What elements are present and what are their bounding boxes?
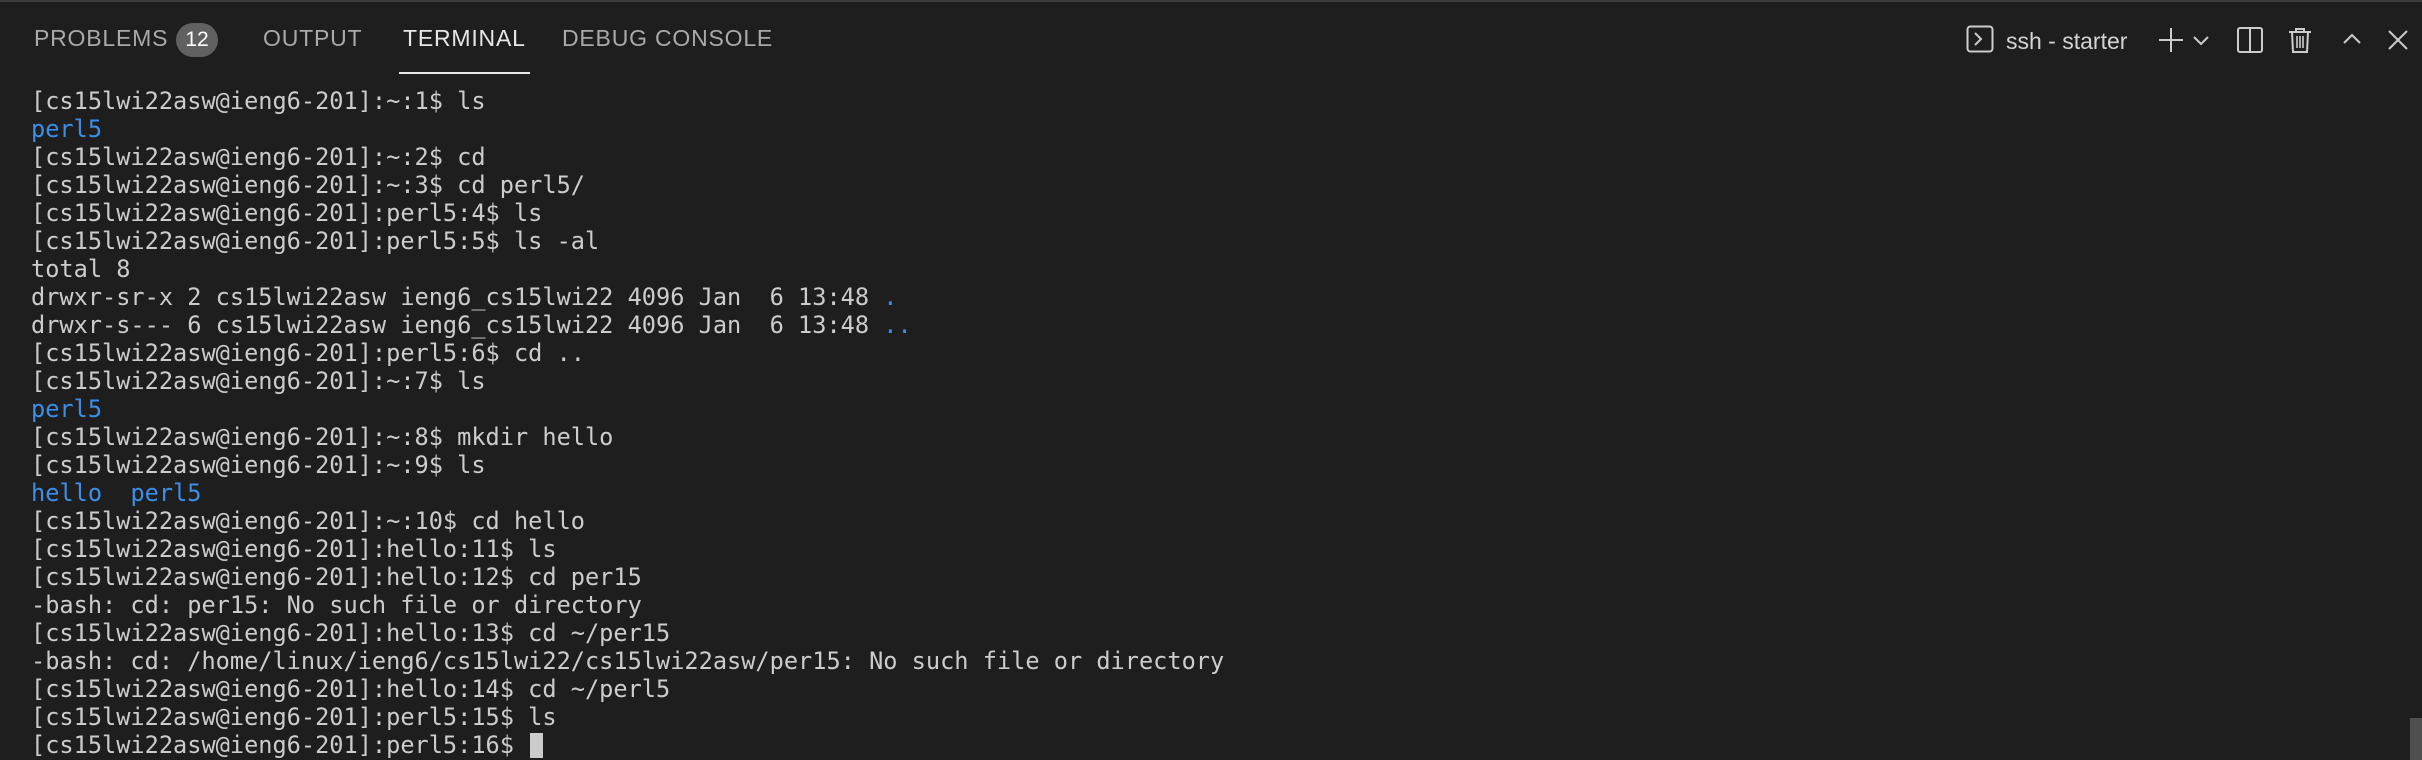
terminal-text: drwxr-s--- 6 cs15lwi22asw ieng6_cs15lwi2… — [31, 311, 884, 339]
terminal-text: [cs15lwi22asw@ieng6-201]:hello:13$ cd ~/… — [31, 619, 671, 647]
terminal-text: [cs15lwi22asw@ieng6-201]:hello:14$ cd ~/… — [31, 675, 671, 703]
trash-icon[interactable] — [2284, 24, 2316, 56]
terminal-line: [cs15lwi22asw@ieng6-201]:hello:14$ cd ~/… — [31, 675, 2402, 703]
terminal-line: -bash: cd: per15: No such file or direct… — [31, 591, 2402, 619]
terminal-line: hello perl5 — [31, 479, 2402, 507]
terminal-text: [cs15lwi22asw@ieng6-201]:~:9$ ls — [31, 451, 486, 479]
terminal-line: perl5 — [31, 115, 2402, 143]
terminal-line: [cs15lwi22asw@ieng6-201]:~:3$ cd perl5/ — [31, 171, 2402, 199]
plus-icon[interactable] — [2155, 24, 2187, 56]
directory-name: perl5 — [130, 479, 202, 507]
terminal-text: [cs15lwi22asw@ieng6-201]:~:2$ cd — [31, 143, 486, 171]
tab-debug-console[interactable]: DEBUG CONSOLE — [562, 2, 773, 74]
tab-output[interactable]: OUTPUT — [263, 2, 362, 74]
terminal-line: [cs15lwi22asw@ieng6-201]:hello:13$ cd ~/… — [31, 619, 2402, 647]
terminal-text: [cs15lwi22asw@ieng6-201]:perl5:4$ ls — [31, 199, 543, 227]
terminal-line: [cs15lwi22asw@ieng6-201]:~:2$ cd — [31, 143, 2402, 171]
directory-name: hello — [31, 479, 103, 507]
terminal-line: total 8 — [31, 255, 2402, 283]
terminal-line: [cs15lwi22asw@ieng6-201]:~:8$ mkdir hell… — [31, 423, 2402, 451]
terminal-text: [cs15lwi22asw@ieng6-201]:perl5:15$ ls — [31, 703, 557, 731]
terminal-text: -bash: cd: per15: No such file or direct… — [31, 591, 642, 619]
terminal-line: [cs15lwi22asw@ieng6-201]:perl5:6$ cd .. — [31, 339, 2402, 367]
terminal-text: drwxr-sr-x 2 cs15lwi22asw ieng6_cs15lwi2… — [31, 283, 884, 311]
terminal-line: [cs15lwi22asw@ieng6-201]:~:10$ cd hello — [31, 507, 2402, 535]
terminal-text: [cs15lwi22asw@ieng6-201]:~:7$ ls — [31, 367, 486, 395]
terminal-line: [cs15lwi22asw@ieng6-201]:~:7$ ls — [31, 367, 2402, 395]
terminal-line: [cs15lwi22asw@ieng6-201]:~:1$ ls — [31, 87, 2402, 115]
problems-count-badge: 12 — [176, 23, 218, 57]
terminal-text: [cs15lwi22asw@ieng6-201]:~:1$ ls — [31, 87, 486, 115]
directory-name: perl5 — [31, 115, 103, 143]
terminal-profile-selector[interactable]: ssh - starter — [1966, 25, 2128, 58]
terminal-output[interactable]: [cs15lwi22asw@ieng6-201]:~:1$ ls perl5 [cs… — [31, 87, 2402, 760]
terminal-line: drwxr-sr-x 2 cs15lwi22asw ieng6_cs15lwi2… — [31, 283, 2402, 311]
terminal-text: [cs15lwi22asw@ieng6-201]:~:3$ cd perl5/ — [31, 171, 585, 199]
terminal-line: [cs15lwi22asw@ieng6-201]:hello:12$ cd pe… — [31, 563, 2402, 591]
tab-terminal-label: TERMINAL — [403, 25, 526, 51]
close-icon[interactable] — [2382, 24, 2414, 56]
tab-output-label: OUTPUT — [263, 25, 363, 51]
split-icon[interactable] — [2234, 24, 2266, 56]
terminal-text: [cs15lwi22asw@ieng6-201]:~:10$ cd hello — [31, 507, 585, 535]
directory-name: perl5 — [31, 395, 103, 423]
terminal-text: [cs15lwi22asw@ieng6-201]:~:8$ mkdir hell… — [31, 423, 614, 451]
terminal-line: drwxr-s--- 6 cs15lwi22asw ieng6_cs15lwi2… — [31, 311, 2402, 339]
terminal-text: [cs15lwi22asw@ieng6-201]:perl5:5$ ls -al — [31, 227, 600, 255]
terminal-line: [cs15lwi22asw@ieng6-201]:~:9$ ls — [31, 451, 2402, 479]
terminal-line: [cs15lwi22asw@ieng6-201]:perl5:5$ ls -al — [31, 227, 2402, 255]
terminal-line: [cs15lwi22asw@ieng6-201]:perl5:4$ ls — [31, 199, 2402, 227]
terminal-text: [cs15lwi22asw@ieng6-201]:hello:11$ ls — [31, 535, 557, 563]
terminal-icon — [1966, 25, 1994, 58]
terminal-line: [cs15lwi22asw@ieng6-201]:hello:11$ ls — [31, 535, 2402, 563]
tab-problems[interactable]: PROBLEMS — [34, 2, 168, 74]
tab-terminal[interactable]: TERMINAL — [399, 2, 530, 74]
terminal-line: [cs15lwi22asw@ieng6-201]:perl5:15$ ls — [31, 703, 2402, 731]
active-tab-indicator — [399, 72, 530, 74]
terminal-line: [cs15lwi22asw@ieng6-201]:perl5:16$ — [31, 731, 2402, 759]
chevron-down-icon[interactable] — [2190, 24, 2212, 56]
terminal-scrollbar-thumb[interactable] — [2410, 718, 2422, 760]
terminal-text: [cs15lwi22asw@ieng6-201]:hello:12$ cd pe… — [31, 563, 642, 591]
terminal-profile-label: ssh - starter — [2006, 27, 2128, 54]
terminal-text: -bash: cd: /home/linux/ieng6/cs15lwi22/c… — [31, 647, 1225, 675]
chevron-up-icon[interactable] — [2336, 24, 2368, 56]
terminal-text: [cs15lwi22asw@ieng6-201]:perl5:16$ — [31, 731, 529, 759]
tab-problems-label: PROBLEMS — [34, 25, 169, 51]
directory-name: . — [883, 283, 898, 311]
tab-debug-console-label: DEBUG CONSOLE — [562, 25, 774, 51]
terminal-text: total 8 — [31, 255, 131, 283]
terminal-cursor — [530, 733, 544, 758]
directory-name: .. — [883, 311, 912, 339]
panel-tab-bar: PROBLEMS 12 OUTPUT TERMINAL DEBUG CONSOL… — [0, 2, 2422, 74]
terminal-text: [cs15lwi22asw@ieng6-201]:perl5:6$ cd .. — [31, 339, 585, 367]
terminal-line: -bash: cd: /home/linux/ieng6/cs15lwi22/c… — [31, 647, 2402, 675]
terminal-panel: PROBLEMS 12 OUTPUT TERMINAL DEBUG CONSOL… — [0, 0, 2422, 760]
terminal-line: perl5 — [31, 395, 2402, 423]
